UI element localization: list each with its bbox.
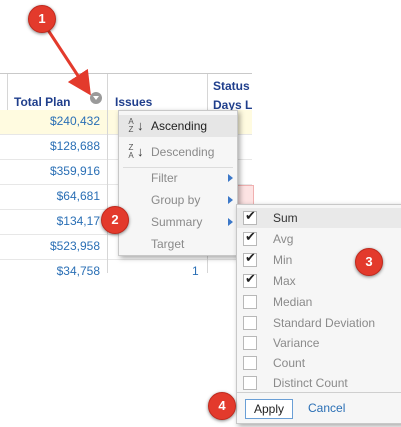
menu-item-descending[interactable]: Z A ↓ Descending bbox=[119, 141, 237, 163]
sort-icon-letters: Z A bbox=[127, 144, 135, 160]
total-plan-cell: $64,681 bbox=[56, 189, 100, 203]
summary-option-sum[interactable]: ✔ Sum bbox=[237, 208, 401, 228]
option-label: Max bbox=[273, 274, 296, 288]
column-divider bbox=[207, 74, 208, 110]
summary-option-avg[interactable]: ✔ Avg bbox=[237, 229, 401, 249]
total-plan-cell: $34,758 bbox=[56, 264, 100, 278]
sort-letter-bottom: A bbox=[128, 151, 134, 160]
status-header-line1: Status bbox=[213, 79, 250, 93]
menu-item-summary[interactable]: Summary bbox=[119, 211, 237, 233]
callout-badge-4: 4 bbox=[208, 392, 236, 420]
checkbox[interactable] bbox=[243, 336, 257, 350]
option-label: Distinct Count bbox=[273, 376, 348, 390]
total-plan-cell: $359,916 bbox=[49, 164, 100, 178]
total-plan-cell: $240,432 bbox=[49, 114, 100, 128]
menu-item-filter[interactable]: Filter bbox=[119, 167, 237, 189]
total-plan-cell: $128,688 bbox=[49, 139, 100, 153]
summary-option-max[interactable]: ✔ Max bbox=[237, 271, 401, 291]
checkbox[interactable] bbox=[243, 356, 257, 370]
checkbox[interactable]: ✔ bbox=[243, 229, 257, 246]
cancel-link[interactable]: Cancel bbox=[308, 401, 345, 415]
option-label: Avg bbox=[273, 232, 294, 246]
option-label: Standard Deviation bbox=[273, 316, 376, 330]
submenu-arrow-icon bbox=[228, 174, 233, 182]
menu-item-label: Summary bbox=[151, 215, 203, 229]
checkmark-icon: ✔ bbox=[245, 250, 256, 265]
menu-item-group-by[interactable]: Group by bbox=[119, 189, 237, 211]
summary-option-standard-deviation[interactable]: Standard Deviation bbox=[237, 313, 401, 333]
menu-item-label: Target bbox=[151, 237, 185, 251]
column-divider bbox=[107, 109, 108, 273]
sort-ascending-icon: A Z ↓ bbox=[127, 118, 145, 134]
checkbox[interactable]: ✔ bbox=[243, 208, 257, 225]
summary-option-distinct-count[interactable]: Distinct Count bbox=[237, 373, 401, 393]
summary-option-count[interactable]: Count bbox=[237, 353, 401, 373]
checkbox[interactable]: ✔ bbox=[243, 250, 257, 267]
issues-cell: 1 bbox=[192, 264, 199, 278]
submenu-arrow-icon bbox=[228, 218, 233, 226]
sort-letter-bottom: Z bbox=[128, 125, 134, 134]
column-menu-icon[interactable] bbox=[90, 92, 102, 104]
summary-option-median[interactable]: Median bbox=[237, 292, 401, 312]
menu-item-label: Group by bbox=[151, 193, 201, 207]
summary-submenu: ✔ Sum ✔ Avg ✔ Min ✔ Max Median Standard … bbox=[236, 204, 401, 424]
summary-option-variance[interactable]: Variance bbox=[237, 333, 401, 353]
column-divider bbox=[107, 74, 108, 110]
menu-item-label: Descending bbox=[151, 145, 215, 159]
option-label: Min bbox=[273, 253, 293, 267]
checkmark-icon: ✔ bbox=[245, 271, 256, 286]
apply-button[interactable]: Apply bbox=[245, 399, 293, 419]
column-divider bbox=[7, 74, 8, 110]
sort-arrow-down: ↓ bbox=[137, 118, 144, 133]
checkbox[interactable]: ✔ bbox=[243, 271, 257, 288]
grid-header: Total Plan Issues Status Days L bbox=[0, 73, 252, 112]
table-row[interactable]: $34,758 1 bbox=[0, 260, 252, 284]
callout-badge-3: 3 bbox=[355, 248, 383, 276]
option-label: Sum bbox=[273, 211, 298, 225]
column-context-menu: A Z ↓ Ascending Z A ↓ Descending Filter … bbox=[118, 110, 238, 256]
total-plan-cell: $523,958 bbox=[49, 239, 100, 253]
menu-item-target[interactable]: Target bbox=[119, 233, 237, 255]
menu-item-ascending[interactable]: A Z ↓ Ascending bbox=[119, 115, 237, 137]
option-label: Count bbox=[273, 356, 306, 370]
column-header-total-plan[interactable]: Total Plan bbox=[14, 95, 70, 109]
menu-item-label: Filter bbox=[151, 171, 178, 185]
checkmark-icon: ✔ bbox=[245, 229, 256, 244]
option-label: Variance bbox=[273, 336, 320, 350]
menu-item-label: Ascending bbox=[151, 119, 208, 133]
sort-descending-icon: Z A ↓ bbox=[127, 144, 145, 160]
checkbox[interactable] bbox=[243, 316, 257, 330]
total-plan-cell: $134,17 bbox=[56, 214, 100, 228]
submenu-arrow-icon bbox=[228, 196, 233, 204]
option-label: Median bbox=[273, 295, 313, 309]
checkbox[interactable] bbox=[243, 295, 257, 309]
submenu-divider bbox=[237, 392, 401, 393]
callout-badge-2: 2 bbox=[101, 206, 129, 234]
checkmark-icon: ✔ bbox=[245, 208, 256, 223]
sort-arrow-down: ↓ bbox=[137, 144, 144, 159]
column-header-issues[interactable]: Issues bbox=[115, 95, 152, 109]
callout-badge-1: 1 bbox=[28, 5, 56, 33]
checkbox[interactable] bbox=[243, 376, 257, 390]
sort-icon-letters: A Z bbox=[127, 118, 135, 134]
